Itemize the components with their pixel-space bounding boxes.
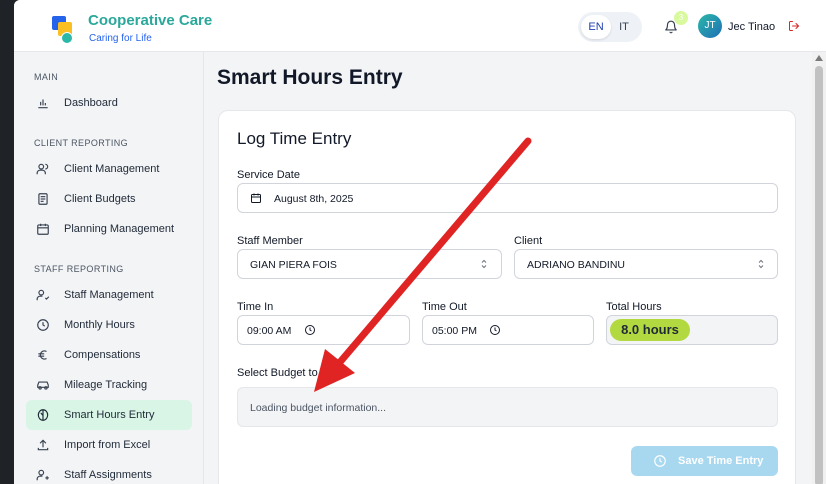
sidebar-item-label: Smart Hours Entry [64, 409, 155, 421]
bar-chart-icon [38, 99, 48, 109]
time-in-input[interactable]: 09:00 AM [237, 315, 410, 345]
document-icon [38, 193, 48, 205]
scroll-up-arrow-icon[interactable] [815, 55, 823, 61]
users-icon [36, 163, 49, 175]
car-icon [37, 381, 49, 390]
calendar-icon [37, 223, 49, 235]
logout-icon[interactable] [788, 20, 800, 32]
time-out-input[interactable]: 05:00 PM [422, 315, 594, 345]
scrollbar-thumb[interactable] [815, 66, 823, 484]
sidebar-item-import-from-excel[interactable]: Import from Excel [26, 430, 192, 460]
sidebar-item-label: Mileage Tracking [64, 379, 148, 391]
client-select[interactable]: ADRIANO BANDINU [514, 249, 778, 279]
log-time-entry-card: Log Time Entry Service Date August 8th, … [218, 110, 796, 484]
brain-icon [37, 409, 49, 421]
service-date-picker[interactable]: August 8th, 2025 [237, 183, 778, 213]
logo-icon [52, 14, 74, 44]
card-title: Log Time Entry [237, 129, 352, 148]
top-header: Cooperative Care Caring for Life EN IT 3… [14, 0, 826, 52]
sidebar-section-client-reporting: CLIENT REPORTING [34, 138, 129, 148]
user-plus-icon [36, 469, 49, 481]
budget-label: Select Budget to U [237, 367, 329, 379]
brand-name: Cooperative Care [88, 12, 213, 29]
client-value: ADRIANO BANDINU [527, 259, 626, 271]
total-hours-label: Total Hours [606, 301, 662, 313]
sidebar-item-label: Planning Management [64, 223, 175, 235]
sidebar-item-label: Staff Assignments [64, 469, 152, 481]
sidebar-item-dashboard[interactable]: Dashboard [26, 88, 192, 118]
sidebar-section-staff-reporting: STAFF REPORTING [34, 264, 124, 274]
time-out-value: 05:00 PM [432, 325, 477, 337]
sidebar-item-staff-management[interactable]: Staff Management [26, 280, 192, 310]
sidebar-item-label: Client Management [64, 163, 160, 175]
clock-icon [305, 325, 315, 335]
clock-icon [654, 455, 666, 467]
sidebar-item-label: Import from Excel [64, 439, 151, 451]
sidebar-item-mileage-tracking[interactable]: Mileage Tracking [26, 370, 192, 400]
sidebar-item-staff-assignments[interactable]: Staff Assignments [26, 460, 192, 484]
language-switcher: EN IT [578, 12, 642, 42]
avatar[interactable]: JT [698, 14, 722, 38]
time-out-label: Time Out [422, 301, 467, 313]
page-title: Smart Hours Entry [217, 66, 403, 89]
sidebar-item-monthly-hours[interactable]: Monthly Hours [26, 310, 192, 340]
sidebar-item-label: Client Budgets [64, 193, 136, 205]
lang-en-button[interactable]: EN [581, 15, 611, 39]
sidebar-section-main: MAIN [34, 72, 59, 82]
brand-tagline: Caring for Life [89, 33, 152, 44]
client-label: Client [514, 235, 543, 247]
sidebar-item-compensations[interactable]: Compensations [26, 340, 192, 370]
sidebar-item-label: Dashboard [64, 97, 118, 109]
time-in-label: Time In [237, 301, 274, 313]
staff-member-value: GIAN PIERA FOIS [250, 259, 337, 271]
sidebar-item-client-management[interactable]: Client Management [26, 154, 192, 184]
user-name[interactable]: Jec Tinao [728, 21, 775, 33]
service-date-value: August 8th, 2025 [274, 193, 354, 205]
sidebar-item-client-budgets[interactable]: Client Budgets [26, 184, 192, 214]
scrollbar[interactable] [812, 52, 826, 484]
notification-badge: 3 [674, 11, 688, 25]
user-check-icon [36, 289, 50, 301]
sidebar-item-label: Staff Management [64, 289, 154, 301]
sidebar-item-smart-hours-entry[interactable]: Smart Hours Entry [26, 400, 192, 430]
service-date-label: Service Date [237, 169, 300, 181]
staff-member-label: Staff Member [237, 235, 303, 247]
sidebar-item-planning-management[interactable]: Planning Management [26, 214, 192, 244]
chevron-up-down-icon [481, 259, 487, 269]
save-button-label: Save Time Entry [678, 455, 764, 467]
sidebar-item-label: Monthly Hours [64, 319, 135, 331]
staff-member-select[interactable]: GIAN PIERA FOIS [237, 249, 502, 279]
clock-icon [490, 325, 500, 335]
euro-icon [38, 350, 47, 360]
save-time-entry-button[interactable]: Save Time Entry [631, 446, 778, 476]
time-in-value: 09:00 AM [247, 325, 292, 337]
lang-it-button[interactable]: IT [609, 15, 639, 39]
budget-selector[interactable]: Loading budget information... [237, 387, 778, 427]
calendar-icon [251, 193, 261, 203]
total-hours-value: 8.0 hours [610, 319, 690, 341]
budget-loading-text: Loading budget information... [250, 402, 387, 414]
chevron-up-down-icon [758, 259, 764, 269]
upload-icon [37, 439, 49, 451]
clock-icon [37, 319, 49, 331]
total-hours-field: 8.0 hours [606, 315, 778, 345]
sidebar-item-label: Compensations [64, 349, 141, 361]
app-window: Cooperative Care Caring for Life EN IT 3… [14, 0, 826, 484]
sidebar: MAIN Dashboard CLIENT REPORTING Client M… [14, 52, 204, 484]
